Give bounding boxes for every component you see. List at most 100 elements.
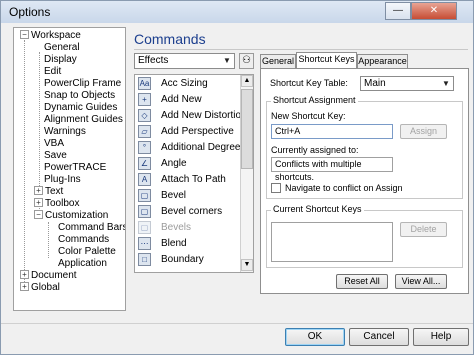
- window-title: Options: [9, 5, 51, 19]
- new-shortcut-key-input[interactable]: Ctrl+A: [271, 124, 393, 139]
- find-command-binoculars-icon[interactable]: ⚇: [239, 53, 254, 69]
- tab-shortcut-keys[interactable]: Shortcut Keys: [296, 52, 357, 69]
- close-button[interactable]: ✕: [411, 2, 457, 20]
- command-label: Boundary: [161, 254, 204, 265]
- current-shortcut-keys-list[interactable]: [271, 222, 393, 262]
- tree-item-document[interactable]: Document: [31, 270, 77, 281]
- navigate-to-conflict-label: Navigate to conflict on Assign: [285, 183, 403, 193]
- expand-toggle-icon[interactable]: +: [34, 198, 43, 207]
- tree-item-toolbox[interactable]: Toolbox: [45, 198, 79, 209]
- angle-icon: ∠: [138, 157, 151, 170]
- reset-all-button[interactable]: Reset All: [336, 274, 388, 289]
- options-dialog: Options — ✕ − Workspace General Display …: [0, 0, 474, 355]
- help-button[interactable]: Help: [413, 328, 469, 346]
- chevron-down-icon: ▼: [442, 79, 450, 88]
- navigate-to-conflict-checkbox[interactable]: [271, 183, 281, 193]
- tree-item-application[interactable]: Application: [58, 258, 107, 269]
- distortion-icon: ◇: [138, 109, 151, 122]
- list-item[interactable]: ◇ Add New Distortion: [137, 107, 247, 124]
- tree-item-vba[interactable]: VBA: [44, 138, 64, 149]
- tree-item-edit[interactable]: Edit: [44, 66, 61, 77]
- options-tree[interactable]: − Workspace General Display Edit PowerCl…: [13, 27, 126, 311]
- tab-appearance[interactable]: Appearance: [357, 54, 408, 68]
- ok-button[interactable]: OK: [285, 328, 345, 346]
- bevel-corners-icon: ▢: [138, 205, 151, 218]
- expand-toggle-icon[interactable]: +: [34, 186, 43, 195]
- command-category-dropdown[interactable]: Effects ▼: [134, 53, 235, 69]
- shortcut-table-value: Main: [364, 78, 386, 89]
- scroll-down-arrow-icon[interactable]: ▼: [241, 259, 253, 271]
- minimize-button[interactable]: —: [385, 2, 411, 20]
- tree-item-powerclip-frame[interactable]: PowerClip Frame: [44, 78, 121, 89]
- delete-button[interactable]: Delete: [400, 222, 447, 237]
- list-item[interactable]: ▢ Bevels: [137, 219, 241, 236]
- tree-item-snap-to-objects[interactable]: Snap to Objects: [44, 90, 115, 101]
- degrees-icon: °: [138, 141, 151, 154]
- tree-item-save[interactable]: Save: [44, 150, 67, 161]
- currently-assigned-value: Conflicts with multiple shortcuts.: [271, 157, 393, 182]
- currently-assigned-label: Currently assigned to:: [271, 145, 359, 155]
- bevel-icon: ▢: [138, 189, 151, 202]
- tree-item-warnings[interactable]: Warnings: [44, 126, 86, 137]
- command-category-value: Effects: [138, 55, 169, 66]
- tree-item-alignment-guides[interactable]: Alignment Guides: [44, 114, 123, 125]
- tree-connector: [24, 40, 25, 286]
- tree-item-display[interactable]: Display: [44, 54, 77, 65]
- view-all-button[interactable]: View All...: [395, 274, 447, 289]
- command-label: Bevel: [161, 190, 187, 201]
- expand-toggle-icon[interactable]: +: [20, 282, 29, 291]
- tree-item-commands[interactable]: Commands: [58, 234, 109, 245]
- tree-item-command-bars[interactable]: Command Bars: [58, 222, 125, 233]
- current-shortcut-keys-title: Current Shortcut Keys: [271, 204, 364, 214]
- expand-toggle-icon[interactable]: +: [20, 270, 29, 279]
- tree-item-color-palette[interactable]: Color Palette: [58, 246, 116, 257]
- tree-item-global[interactable]: Global: [31, 282, 60, 293]
- assign-button[interactable]: Assign: [400, 124, 447, 139]
- list-item[interactable]: ∠ Angle: [137, 155, 241, 172]
- tree-item-workspace[interactable]: Workspace: [31, 30, 81, 41]
- list-item[interactable]: + Add New: [137, 91, 241, 108]
- list-item[interactable]: Aa Acc Sizing: [137, 75, 241, 92]
- tree-item-powertrace[interactable]: PowerTRACE: [44, 162, 106, 173]
- tree-item-plug-ins[interactable]: Plug-Ins: [44, 174, 81, 185]
- tab-general[interactable]: General: [260, 54, 296, 68]
- title-bar: Options — ✕: [1, 1, 473, 23]
- tree-item-dynamic-guides[interactable]: Dynamic Guides: [44, 102, 117, 113]
- perspective-icon: ▱: [138, 125, 151, 138]
- add-new-icon: +: [138, 93, 151, 106]
- collapse-toggle-icon[interactable]: −: [20, 30, 29, 39]
- cancel-button[interactable]: Cancel: [349, 328, 409, 346]
- footer-divider: [1, 323, 473, 324]
- scrollbar-thumb[interactable]: [241, 89, 253, 169]
- command-label: Add New: [161, 94, 202, 105]
- tree-item-customization[interactable]: Customization: [45, 210, 108, 221]
- collapse-toggle-icon[interactable]: −: [34, 210, 43, 219]
- tree-connector: [39, 52, 40, 188]
- command-label: Add New Distortion: [161, 110, 247, 121]
- command-label: Additional Degrees: [161, 142, 246, 153]
- list-item[interactable]: ° Additional Degrees: [137, 139, 246, 156]
- list-item[interactable]: ▢ Bevel: [137, 187, 241, 204]
- command-list-scrollbar[interactable]: ▲ ▼: [240, 75, 253, 272]
- tree-item-text[interactable]: Text: [45, 186, 63, 197]
- command-label: Bevels: [161, 222, 192, 233]
- scroll-up-arrow-icon[interactable]: ▲: [241, 75, 253, 87]
- tree-connector: [48, 222, 49, 258]
- list-item[interactable]: ⋯ Blend: [137, 235, 241, 252]
- attach-to-path-icon: A: [138, 173, 151, 186]
- blend-icon: ⋯: [138, 237, 151, 250]
- command-list[interactable]: Aa Acc Sizing + Add New ◇ Add New Distor…: [134, 74, 254, 273]
- tree-item-general[interactable]: General: [44, 42, 80, 53]
- heading-divider: [134, 49, 468, 50]
- shortcut-table-label: Shortcut Key Table:: [270, 78, 348, 88]
- command-label: Blend: [161, 238, 187, 249]
- shortcut-assignment-title: Shortcut Assignment: [271, 95, 358, 105]
- list-item[interactable]: ▱ Add Perspective: [137, 123, 241, 140]
- list-item[interactable]: ▢ Bevel corners: [137, 203, 241, 220]
- boundary-icon: □: [138, 253, 151, 266]
- shortcut-table-dropdown[interactable]: Main ▼: [360, 76, 454, 91]
- chevron-down-icon: ▼: [223, 56, 231, 65]
- acc-sizing-icon: Aa: [138, 77, 151, 90]
- list-item[interactable]: □ Boundary: [137, 251, 241, 268]
- list-item[interactable]: A Attach To Path: [137, 171, 241, 188]
